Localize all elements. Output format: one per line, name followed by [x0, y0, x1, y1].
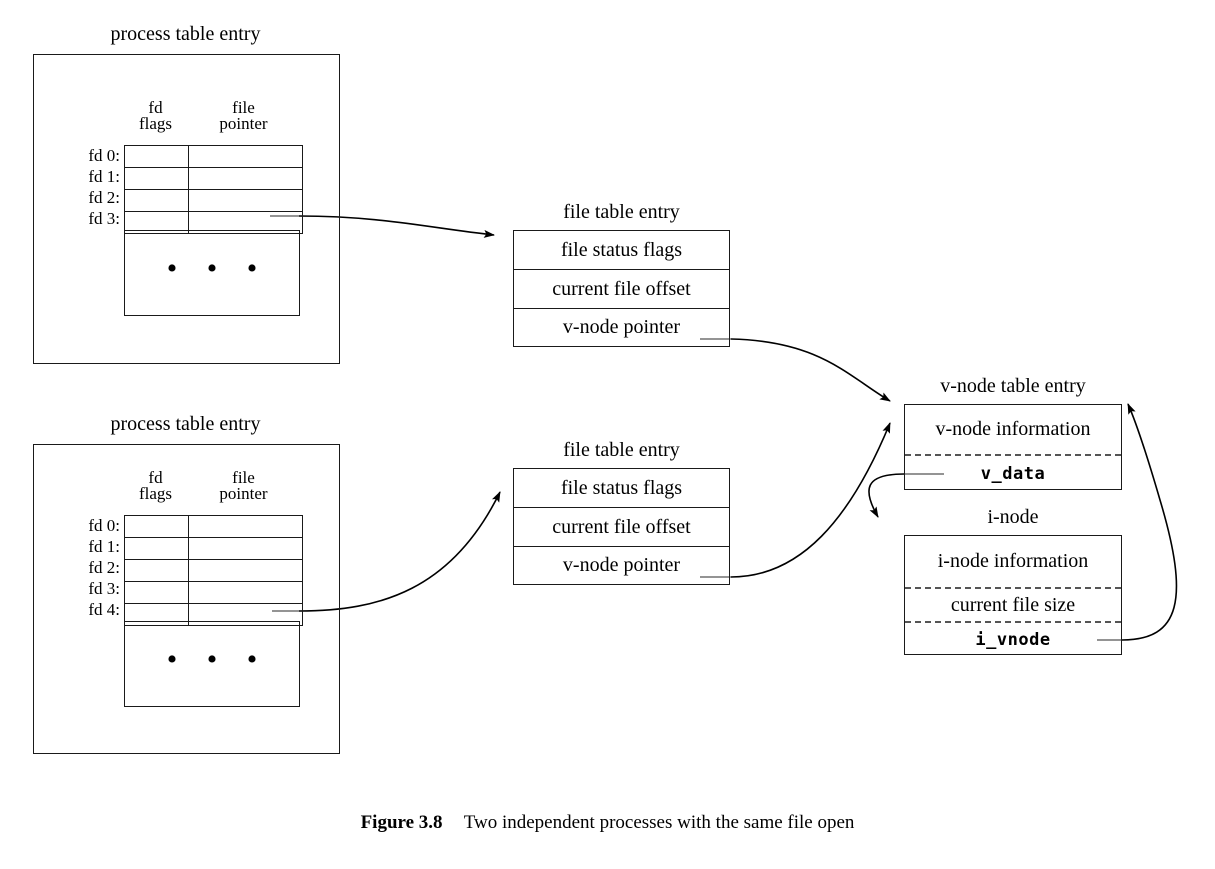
inode-information-row: i-node information [937, 550, 1089, 572]
fd-flags-cell[interactable] [124, 145, 189, 168]
fd-flags-cell[interactable] [124, 167, 189, 190]
file-pointer-cell[interactable] [188, 537, 303, 560]
fd-label: fd 0: [88, 516, 120, 535]
fd-flags-cell[interactable] [124, 559, 189, 582]
file-pointer-header-line2: pointer [219, 484, 268, 503]
fd-table-row[interactable] [124, 537, 303, 560]
connector-filetable1-to-vnode [700, 338, 891, 402]
fd-flags-column-header: fd flags [124, 99, 187, 133]
fd-flags-cell[interactable] [124, 189, 189, 212]
fd-table-row[interactable] [124, 167, 303, 190]
fd-label: fd 2: [88, 188, 120, 207]
file-pointer-cell[interactable] [188, 515, 303, 538]
file-status-flags-row: file status flags [560, 476, 683, 499]
file-pointer-cell[interactable] [188, 581, 303, 604]
fd-flags-header-line2: flags [138, 114, 173, 133]
figure-number: Figure 3.8 [360, 812, 443, 833]
fd-labels-2: fd 0: fd 1: fd 2: fd 3: fd 4: [64, 515, 120, 620]
fd-label: fd 1: [88, 167, 120, 186]
figure-caption: Figure 3.8 Two independent processes wit… [0, 812, 1215, 834]
fd-table-row[interactable] [124, 189, 303, 212]
fd-table-1 [124, 145, 303, 234]
v-data-row: v_data [905, 454, 1121, 491]
ellipsis-dots: • • • [166, 252, 269, 285]
fd-flags-cell[interactable] [124, 537, 189, 560]
fd-table-row[interactable] [124, 581, 303, 604]
current-file-size-row: current file size [905, 587, 1121, 621]
file-pointer-column-header-2: file pointer [187, 469, 300, 503]
vnode-pointer-row: v-node pointer [514, 546, 729, 584]
fd-flags-cell[interactable] [124, 581, 189, 604]
i-vnode-row: i_vnode [905, 621, 1121, 656]
fd-table-row[interactable] [124, 145, 303, 168]
fd-table-row[interactable] [124, 515, 303, 538]
fd-flags-header-line2: flags [138, 484, 173, 503]
fd-table-2-ellipsis-cell: • • • [124, 621, 300, 707]
fd-label: fd 1: [88, 537, 120, 556]
vnode-table-box: v-node information v_data [904, 404, 1122, 490]
file-pointer-column-header: file pointer [187, 99, 300, 133]
current-file-offset-row: current file offset [514, 507, 729, 546]
vnode-information-row: v-node information [935, 418, 1091, 440]
fd-label: fd 4: [88, 600, 120, 619]
process-table-2-title: process table entry [110, 413, 261, 435]
file-pointer-cell[interactable] [188, 145, 303, 168]
file-pointer-header-line2: pointer [219, 114, 268, 133]
vnode-table-title: v-node table entry [940, 375, 1086, 397]
inode-box: i-node information current file size i_v… [904, 535, 1122, 655]
file-table-2-title: file table entry [563, 439, 680, 461]
fd-label: fd 3: [88, 209, 120, 228]
figure-caption-text: Two independent processes with the same … [463, 812, 855, 833]
file-table-1-title: file table entry [563, 201, 680, 223]
file-pointer-cell[interactable] [188, 167, 303, 190]
fd-flags-cell[interactable] [124, 515, 189, 538]
file-pointer-cell[interactable] [188, 559, 303, 582]
process-table-1-title: process table entry [110, 23, 261, 45]
file-table-2-box: file status flags current file offset v-… [513, 468, 730, 585]
ellipsis-dots: • • • [166, 643, 269, 676]
inode-title: i-node [987, 506, 1039, 528]
file-table-1-box: file status flags current file offset v-… [513, 230, 730, 347]
fd-table-row[interactable] [124, 559, 303, 582]
file-status-flags-row: file status flags [560, 238, 683, 261]
fd-table-2 [124, 515, 303, 626]
fd-label: fd 3: [88, 579, 120, 598]
fd-labels-1: fd 0: fd 1: fd 2: fd 3: [64, 145, 120, 229]
figure-canvas: process table entry fd flags file pointe… [0, 0, 1215, 869]
fd-label: fd 2: [88, 558, 120, 577]
current-file-offset-row: current file offset [514, 269, 729, 308]
fd-label: fd 0: [88, 146, 120, 165]
fd-table-1-ellipsis-cell: • • • [124, 230, 300, 316]
vnode-pointer-row: v-node pointer [514, 308, 729, 346]
fd-flags-column-header-2: fd flags [124, 469, 187, 503]
file-pointer-cell[interactable] [188, 189, 303, 212]
